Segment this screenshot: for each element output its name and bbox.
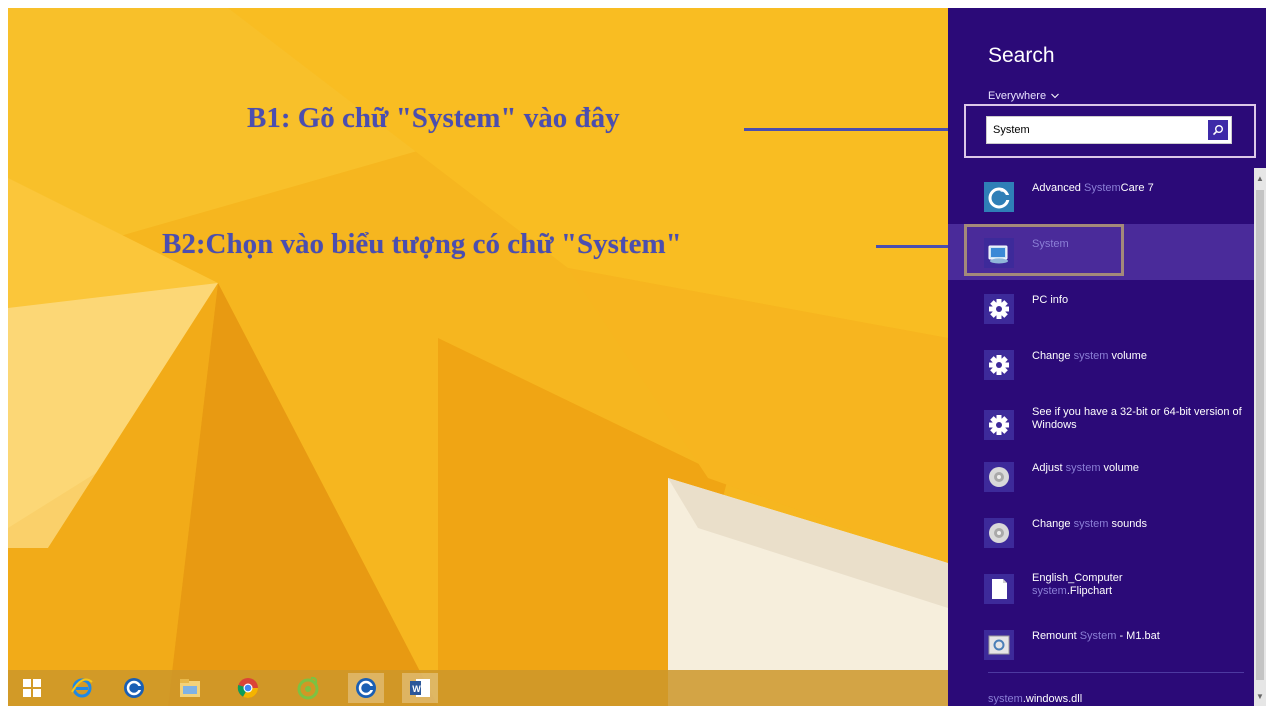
coccoc-icon[interactable] <box>290 673 326 703</box>
scroll-down-arrow-icon[interactable]: ▼ <box>1254 686 1266 706</box>
result-change-system-sounds[interactable]: Change system sounds <box>948 504 1254 560</box>
result-label: Remount System - M1.bat <box>1032 630 1160 642</box>
results-scrollbar[interactable]: ▲ ▼ <box>1254 168 1266 706</box>
result-label: Advanced SystemCare 7 <box>1032 182 1154 194</box>
start-icon[interactable] <box>14 673 50 703</box>
result-remount-system-bat[interactable]: Remount System - M1.bat <box>948 616 1254 672</box>
step-2-pointer-line <box>876 245 948 248</box>
search-icon <box>1212 125 1223 136</box>
advanced-systemcare-icon: e <box>984 182 1014 212</box>
scroll-thumb[interactable] <box>1256 190 1264 680</box>
gear-icon <box>984 410 1014 440</box>
batch-file-icon <box>984 630 1014 660</box>
svg-text:e: e <box>1000 187 1004 194</box>
result-advanced-systemcare[interactable]: e Advanced SystemCare 7 <box>948 168 1254 224</box>
result-english-computer-flipchart[interactable]: English_Computer system.Flipchart <box>948 560 1254 616</box>
step-2-annotation: B2:Chọn vào biểu tượng có chữ "System" <box>162 228 682 260</box>
scroll-up-arrow-icon[interactable]: ▲ <box>1254 168 1266 188</box>
gear-icon <box>984 350 1014 380</box>
step-2-highlight-box <box>964 224 1124 276</box>
svg-text:W: W <box>412 684 421 694</box>
speaker-icon <box>984 462 1014 492</box>
speaker-icon <box>984 518 1014 548</box>
advanced-systemcare-icon[interactable] <box>348 673 384 703</box>
result-label: See if you have a 32-bit or 64-bit versi… <box>1032 406 1242 431</box>
result-pc-info[interactable]: PC info <box>948 280 1254 336</box>
result-change-system-volume[interactable]: Change system volume <box>948 336 1254 392</box>
result-label: English_Computer system.Flipchart <box>1032 572 1123 597</box>
desktop: B1: Gõ chữ "System" vào đây B2:Chọn vào … <box>8 8 948 706</box>
advanced-systemcare-icon[interactable] <box>116 673 152 703</box>
internet-explorer-icon[interactable] <box>64 673 100 703</box>
step-1-pointer-line <box>744 128 948 131</box>
search-charm-pane: Search Everywhere e Advanced SystemCare … <box>948 8 1266 706</box>
result-32-or-64-bit[interactable]: See if you have a 32-bit or 64-bit versi… <box>948 392 1254 448</box>
search-box <box>986 116 1232 144</box>
gear-icon <box>984 294 1014 324</box>
search-title: Search <box>988 44 1055 67</box>
result-adjust-system-volume[interactable]: Adjust system volume <box>948 448 1254 504</box>
result-system-windows-dll[interactable]: system.windows.dll <box>988 693 1082 705</box>
screenshot-frame: B1: Gõ chữ "System" vào đây B2:Chọn vào … <box>8 8 1266 706</box>
result-label: Change system sounds <box>1032 518 1147 530</box>
file-explorer-icon[interactable] <box>172 673 208 703</box>
chrome-icon[interactable] <box>230 673 266 703</box>
search-button[interactable] <box>1208 120 1228 140</box>
word-icon[interactable]: W <box>402 673 438 703</box>
result-label: Change system volume <box>1032 350 1147 362</box>
document-icon <box>984 574 1014 604</box>
result-label: Adjust system volume <box>1032 462 1140 474</box>
search-scope-label: Everywhere <box>988 90 1047 102</box>
result-label: PC info <box>1032 294 1069 306</box>
chevron-down-icon <box>1051 93 1059 99</box>
search-input[interactable] <box>987 117 1207 143</box>
results-divider <box>988 672 1244 673</box>
search-scope-dropdown[interactable]: Everywhere <box>988 90 1059 102</box>
taskbar: W <box>8 670 948 706</box>
step-1-annotation: B1: Gõ chữ "System" vào đây <box>247 102 620 134</box>
